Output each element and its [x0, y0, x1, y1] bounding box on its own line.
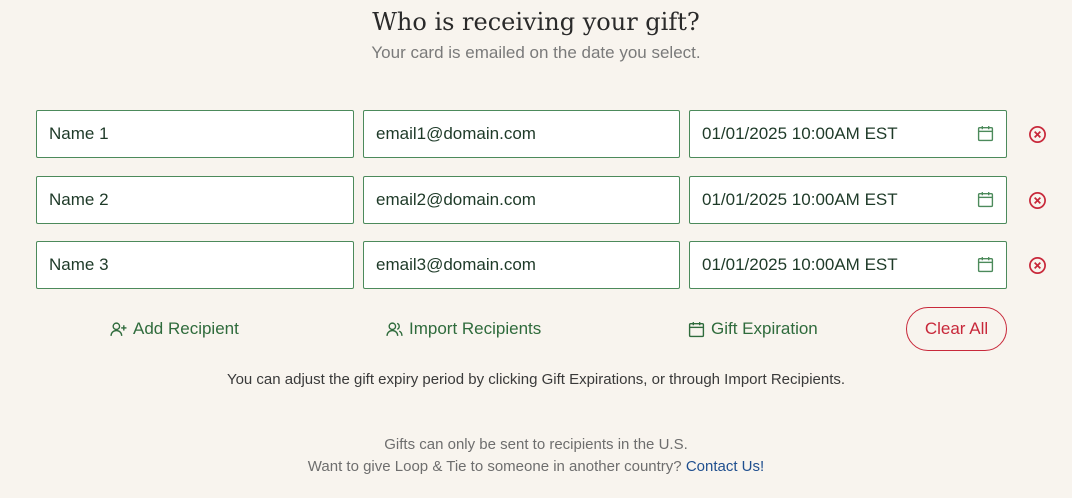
users-icon [386, 321, 403, 336]
recipient-email-value: email3@domain.com [376, 255, 536, 274]
recipient-name-input[interactable]: Name 1 [36, 110, 354, 158]
recipient-date-value: 01/01/2025 10:00AM EST [702, 255, 898, 274]
user-plus-icon [110, 321, 127, 336]
page-subtitle: Your card is emailed on the date you sel… [371, 43, 701, 62]
recipient-email-value: email1@domain.com [376, 124, 536, 143]
expiry-note: You can adjust the gift expiry period by… [226, 371, 846, 388]
recipient-email-input[interactable]: email1@domain.com [363, 110, 680, 158]
calendar-icon[interactable] [977, 191, 994, 208]
recipient-name-value: Name 2 [49, 190, 109, 209]
recipient-date-value: 01/01/2025 10:00AM EST [702, 124, 898, 143]
shipping-notice: Gifts can only be sent to recipients in … [384, 436, 688, 453]
remove-recipient-icon[interactable] [1028, 125, 1047, 144]
import-recipients-button[interactable]: Import Recipients [386, 307, 541, 351]
recipient-email-input[interactable]: email2@domain.com [363, 176, 680, 224]
recipient-name-value: Name 1 [49, 124, 109, 143]
international-notice: Want to give Loop & Tie to someone in an… [0, 458, 1072, 475]
calendar-icon [688, 321, 705, 337]
recipient-date-input[interactable]: 01/01/2025 10:00AM EST [689, 176, 1007, 224]
recipient-row: Name 1 email1@domain.com 01/01/2025 10:0… [36, 110, 1056, 158]
recipient-date-input[interactable]: 01/01/2025 10:00AM EST [689, 110, 1007, 158]
recipient-email-value: email2@domain.com [376, 190, 536, 209]
international-notice-text: Want to give Loop & Tie to someone in an… [307, 458, 682, 475]
calendar-icon[interactable] [977, 125, 994, 142]
add-recipient-button[interactable]: Add Recipient [110, 307, 239, 351]
recipient-name-input[interactable]: Name 2 [36, 176, 354, 224]
gift-expiration-button[interactable]: Gift Expiration [688, 307, 818, 351]
recipient-name-input[interactable]: Name 3 [36, 241, 354, 289]
remove-recipient-icon[interactable] [1028, 191, 1047, 210]
recipient-date-input[interactable]: 01/01/2025 10:00AM EST [689, 241, 1007, 289]
clear-all-button[interactable]: Clear All [906, 307, 1007, 351]
recipient-name-value: Name 3 [49, 255, 109, 274]
recipient-email-input[interactable]: email3@domain.com [363, 241, 680, 289]
recipient-row: Name 2 email2@domain.com 01/01/2025 10:0… [36, 176, 1056, 224]
calendar-icon[interactable] [977, 256, 994, 273]
recipient-actions: Add Recipient Import Recipients Gift Exp… [0, 307, 1072, 351]
recipient-date-value: 01/01/2025 10:00AM EST [702, 190, 898, 209]
add-recipient-label: Add Recipient [133, 319, 239, 338]
import-recipients-label: Import Recipients [409, 319, 542, 338]
recipient-row: Name 3 email3@domain.com 01/01/2025 10:0… [36, 241, 1056, 289]
page-title: Who is receiving your gift? [372, 8, 700, 36]
contact-us-link[interactable]: Contact Us! [686, 458, 764, 475]
remove-recipient-icon[interactable] [1028, 256, 1047, 275]
gift-expiration-label: Gift Expiration [711, 319, 818, 338]
